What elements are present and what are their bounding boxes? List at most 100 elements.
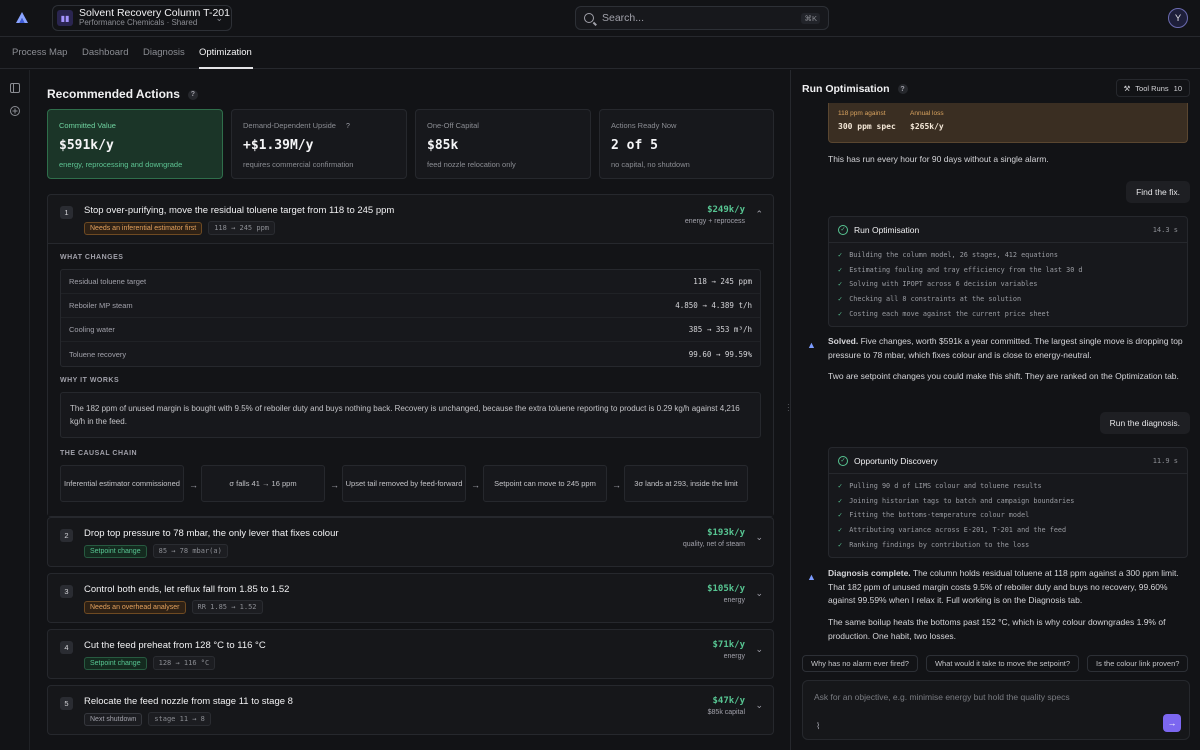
tool-run-card[interactable]: ✓ Opportunity Discovery 11.9 s ✓ Pulling …: [828, 447, 1188, 558]
search-input[interactable]: Search... ⌘K: [575, 6, 829, 30]
chevron-down-icon[interactable]: ⌄: [755, 532, 763, 543]
kpi-sub: energy, reprocessing and downgrade: [59, 160, 183, 169]
kpi-label-text: Demand-Dependent Upside: [243, 121, 336, 130]
action-value: $47k/y: [712, 696, 745, 706]
kpi-value: $591k/y: [59, 138, 114, 153]
action-number: 1: [60, 206, 73, 219]
action-number: 3: [60, 585, 73, 598]
table-row: Toluene recovery 99.60 → 99.59%: [61, 342, 760, 366]
avatar[interactable]: Y: [1168, 8, 1188, 28]
kpi-value: +$1.39M/y: [243, 138, 314, 154]
arrow-right-icon: →: [612, 480, 621, 491]
action-value: $105k/y: [707, 584, 745, 594]
suggestion-chip[interactable]: What would it take to move the setpoint?: [925, 655, 1080, 672]
tool-step-text: Estimating fouling and tray efficiency f…: [849, 265, 1083, 274]
search-icon: [584, 13, 594, 23]
chevron-down-icon[interactable]: ⌄: [755, 588, 763, 599]
paperclip-icon[interactable]: ⌇: [816, 721, 820, 732]
kpi-row: Committed Value $591k/y energy, reproces…: [47, 109, 774, 180]
action-number: 5: [60, 697, 73, 710]
tool-run-title: Run Optimisation: [854, 224, 920, 235]
action-value-sub: energy + reprocess: [684, 218, 745, 225]
chain-step-text: σ falls 41 → 16 ppm: [229, 478, 297, 488]
help-icon[interactable]: ?: [344, 122, 352, 130]
table-row: Residual toluene target 118 → 245 ppm: [61, 270, 760, 294]
tab-optimization[interactable]: Optimization: [199, 47, 252, 58]
change-value: 118 → 245 ppm: [693, 277, 752, 286]
message-bold: Diagnosis complete.: [828, 568, 911, 578]
project-selector[interactable]: ▮▮ Solvent Recovery Column T-201 Perform…: [52, 5, 232, 31]
action-card-4[interactable]: 4 Cut the feed preheat from 128 °C to 11…: [47, 629, 774, 679]
assistant-message: The same boilup heats the bottoms past 1…: [828, 617, 1166, 641]
chevron-up-icon[interactable]: ⌃: [755, 209, 763, 220]
table-row: Cooling water 385 → 353 m³/h: [61, 318, 760, 342]
app-logo-icon[interactable]: [12, 8, 32, 28]
check-circle-icon: ✓: [838, 455, 848, 466]
action-title: Relocate the feed nozzle from stage 11 t…: [84, 696, 293, 707]
chevron-down-icon[interactable]: ⌄: [755, 700, 763, 711]
tab-diagnosis[interactable]: Diagnosis: [143, 47, 185, 58]
tool-run-time: 11.9 s: [1152, 456, 1178, 465]
wrench-icon: ⚒: [1123, 83, 1131, 93]
change-name: Reboiler MP steam: [69, 301, 133, 310]
chart-icon: ▮▮: [57, 10, 73, 26]
tool-step-text: Fitting the bottoms-temperature colour m…: [849, 511, 1030, 520]
action-card-3[interactable]: 3 Control both ends, let reflux fall fro…: [47, 573, 774, 623]
arrow-right-icon: →: [330, 480, 339, 491]
section-title: Recommended Actions?: [47, 87, 198, 101]
tool-step: ✓ Joining historian tags to batch and cam…: [838, 494, 1178, 509]
loss-card-value: $265k/y: [910, 122, 944, 131]
resize-handle-icon[interactable]: · · ·: [787, 401, 790, 415]
suggestion-chip[interactable]: Why has no alarm ever fired?: [802, 655, 918, 672]
action-card-2[interactable]: 2 Drop top pressure to 78 mbar, the only…: [47, 517, 774, 567]
help-icon[interactable]: ?: [897, 84, 908, 95]
tab-process-map[interactable]: Process Map: [12, 47, 67, 58]
action-title: Stop over-purifying, move the residual t…: [84, 205, 395, 216]
search-shortcut: ⌘K: [801, 12, 820, 24]
chevron-down-icon[interactable]: ⌄: [755, 644, 763, 655]
loss-card-value: 300 ppm spec: [838, 122, 896, 131]
composer-placeholder: Ask for an objective, e.g. minimise ener…: [814, 692, 1070, 702]
tab-dashboard[interactable]: Dashboard: [82, 47, 128, 58]
sidebar-toggle-icon[interactable]: [10, 82, 20, 93]
message-text: Five changes, worth $591k a year committ…: [828, 336, 1183, 360]
action-value: $249k/y: [707, 205, 745, 215]
action-card-5[interactable]: 5 Relocate the feed nozzle from stage 11…: [47, 685, 774, 735]
suggestion-chip[interactable]: Is the colour link proven?: [1087, 655, 1189, 672]
tool-step-text: Costing each move against the current pr…: [849, 309, 1050, 318]
chat-title-text: Run Optimisation: [802, 83, 890, 95]
tool-run-card[interactable]: ✓ Run Optimisation 14.3 s ✓ Building the …: [828, 216, 1188, 327]
tab-bar: Process Map Dashboard Diagnosis Optimiza…: [0, 37, 1200, 69]
check-icon: ✓: [838, 482, 843, 491]
chain-step: Setpoint can move to 245 ppm →: [483, 465, 621, 503]
kpi-label: Actions Ready Now: [611, 121, 677, 130]
tool-step: ✓ Attributing variance across E-201, T-20…: [838, 523, 1178, 538]
chain-step: Inferential estimator commissioned →: [60, 465, 198, 503]
change-name: Residual toluene target: [69, 277, 147, 286]
tool-step-text: Pulling 90 d of LIMS colour and toluene …: [849, 482, 1042, 491]
chat-composer[interactable]: Ask for an objective, e.g. minimise ener…: [802, 680, 1190, 740]
check-icon: ✓: [838, 251, 843, 260]
tool-runs-button[interactable]: ⚒ Tool Runs 10: [1115, 79, 1190, 97]
chat-panel: Run Optimisation? ⚒ Tool Runs 10 118 ppm…: [791, 70, 1200, 750]
action-tag: Setpoint change: [84, 544, 147, 558]
active-tab-indicator: [199, 67, 253, 69]
check-icon: ✓: [838, 496, 843, 505]
help-icon[interactable]: ?: [187, 89, 198, 100]
action-tag: Setpoint change: [84, 656, 147, 670]
send-button[interactable]: →: [1163, 714, 1181, 732]
tool-step: ✓ Fitting the bottoms-temperature colour …: [838, 508, 1178, 523]
chain-step-text: Setpoint can move to 245 ppm: [494, 478, 596, 488]
message-bold: Solved.: [828, 336, 859, 346]
assistant-message: Diagnosis complete. The column holds res…: [828, 567, 1190, 608]
loss-card-label: Annual loss: [910, 110, 944, 117]
why-text: The 182 ppm of unused margin is bought w…: [60, 392, 761, 439]
tool-step-text: Checking all 8 constraints at the soluti…: [849, 295, 1022, 304]
tool-step: ✓ Costing each move against the current p…: [838, 306, 1178, 321]
action-header[interactable]: 1 Stop over-purifying, move the residual…: [48, 195, 773, 243]
kpi-sub: feed nozzle relocation only: [427, 160, 516, 169]
add-icon[interactable]: [10, 105, 20, 116]
tool-step: ✓ Pulling 90 d of LIMS colour and toluene…: [838, 479, 1178, 494]
why-heading: WHY IT WORKS: [60, 377, 120, 384]
action-chip: 128 → 116 °C: [152, 656, 216, 670]
